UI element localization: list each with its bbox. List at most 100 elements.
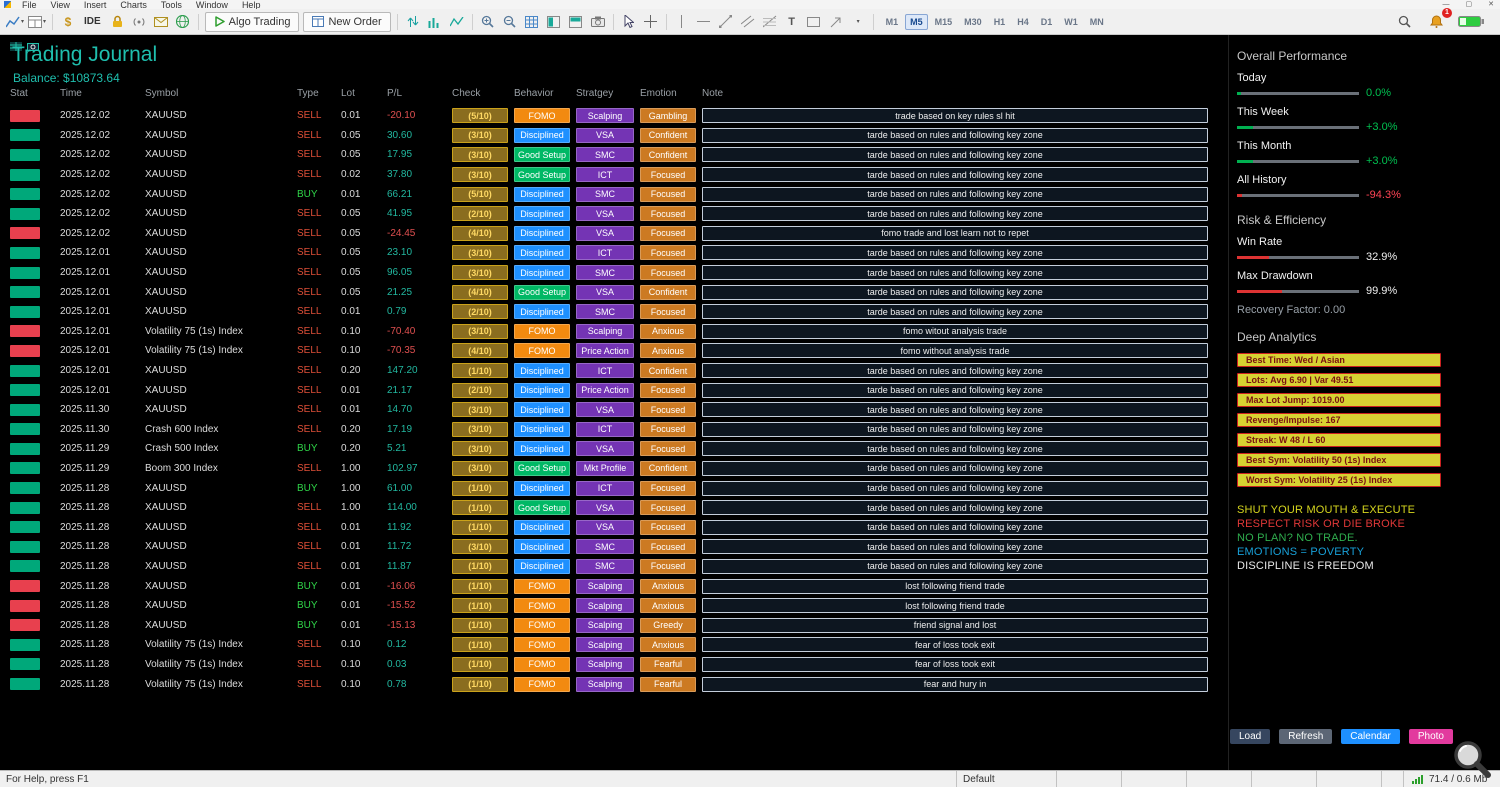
camera-icon[interactable] — [588, 12, 608, 32]
bar-chart-icon[interactable] — [425, 12, 445, 32]
menu-help[interactable]: Help — [235, 0, 268, 9]
grid-icon[interactable] — [522, 12, 542, 32]
zoom-in-icon[interactable] — [478, 12, 498, 32]
note-field[interactable]: tarde based on rules and following key z… — [702, 421, 1208, 437]
note-field[interactable]: lost following friend trade — [702, 578, 1208, 594]
table-row[interactable]: 2025.11.28 XAUUSD SELL 0.01 11.72 (3/10) Disci… — [0, 537, 1210, 557]
note-field[interactable]: tarde based on rules and following key z… — [702, 284, 1208, 300]
menu-file[interactable]: File — [15, 0, 44, 9]
timeframe-m5[interactable]: M5 — [905, 13, 928, 30]
table-row[interactable]: 2025.12.01 XAUUSD SELL 0.01 0.79 (2/10) Discip… — [0, 302, 1210, 322]
table-row[interactable]: 2025.12.01 XAUUSD SELL 0.05 96.05 (3/10) Disci… — [0, 263, 1210, 283]
mail-icon[interactable] — [151, 12, 171, 32]
photo-button[interactable]: Photo — [1408, 729, 1453, 744]
broadcast-icon[interactable] — [129, 12, 149, 32]
note-field[interactable]: tarde based on rules and following key z… — [702, 500, 1208, 516]
ide-button[interactable]: IDE — [80, 12, 105, 32]
table-row[interactable]: 2025.12.01 XAUUSD SELL 0.05 21.25 (4/10) Good … — [0, 282, 1210, 302]
note-field[interactable]: fomo without analysis trade — [702, 343, 1208, 359]
note-field[interactable]: fomo trade and lost learn not to repet — [702, 225, 1208, 241]
menu-view[interactable]: View — [44, 0, 77, 9]
timeframe-m30[interactable]: M30 — [959, 14, 987, 30]
note-field[interactable]: tarde based on rules and following key z… — [702, 382, 1208, 398]
arrow-tool-icon[interactable] — [826, 12, 846, 32]
menu-insert[interactable]: Insert — [77, 0, 114, 9]
table-row[interactable]: 2025.11.28 Volatility 75 (1s) Index SELL 0.… — [0, 655, 1210, 675]
zigzag-line-icon[interactable] — [447, 12, 467, 32]
text-tool-icon[interactable]: T — [782, 12, 802, 32]
table-row[interactable]: 2025.12.02 XAUUSD SELL 0.01 -20.10 (5/10) FOMO… — [0, 106, 1210, 126]
new-order-button[interactable]: New Order — [303, 11, 391, 32]
table-row[interactable]: 2025.11.30 Crash 600 Index SELL 0.20 17.19 (3… — [0, 420, 1210, 440]
note-field[interactable]: friend signal and lost — [702, 617, 1208, 633]
fibonacci-tool-icon[interactable] — [760, 12, 780, 32]
profiles-dropdown[interactable]: ▾ — [27, 12, 47, 32]
note-field[interactable]: tarde based on rules and following key z… — [702, 402, 1208, 418]
table-row[interactable]: 2025.12.02 XAUUSD SELL 0.05 17.95 (3/10) Good … — [0, 145, 1210, 165]
table-row[interactable]: 2025.11.30 XAUUSD SELL 0.01 14.70 (3/10) Disci… — [0, 400, 1210, 420]
note-field[interactable]: tarde based on rules and following key z… — [702, 186, 1208, 202]
note-field[interactable]: tarde based on rules and following key z… — [702, 441, 1208, 457]
timeframe-h1[interactable]: H1 — [989, 14, 1011, 30]
note-field[interactable]: trade based on key rules sl hit — [702, 108, 1208, 124]
load-button[interactable]: Load — [1230, 729, 1271, 744]
timeframe-h4[interactable]: H4 — [1012, 14, 1034, 30]
sort-updown-icon[interactable] — [403, 12, 423, 32]
close-button[interactable]: ✕ — [1488, 0, 1494, 9]
calendar-button[interactable]: Calendar — [1341, 729, 1400, 744]
cursor-icon[interactable] — [619, 12, 639, 32]
note-field[interactable]: tarde based on rules and following key z… — [702, 539, 1208, 555]
table-row[interactable]: 2025.12.02 XAUUSD BUY 0.01 66.21 (5/10) Discip… — [0, 184, 1210, 204]
note-field[interactable]: tarde based on rules and following key z… — [702, 265, 1208, 281]
table-row[interactable]: 2025.11.28 XAUUSD BUY 0.01 -15.52 (1/10) FOMO S… — [0, 596, 1210, 616]
table-row[interactable]: 2025.11.28 XAUUSD SELL 0.01 11.87 (1/10) Disci… — [0, 557, 1210, 577]
note-field[interactable]: tarde based on rules and following key z… — [702, 206, 1208, 222]
table-row[interactable]: 2025.11.28 Volatility 75 (1s) Index SELL 0.… — [0, 635, 1210, 655]
table-row[interactable]: 2025.12.02 XAUUSD SELL 0.02 37.80 (3/10) Good … — [0, 165, 1210, 185]
maximize-button[interactable]: ▢ — [1466, 0, 1473, 9]
note-field[interactable]: fear of loss took exit — [702, 656, 1208, 672]
note-field[interactable]: tarde based on rules and following key z… — [702, 304, 1208, 320]
note-field[interactable]: fear of loss took exit — [702, 637, 1208, 653]
timeframe-m15[interactable]: M15 — [930, 14, 958, 30]
table-row[interactable]: 2025.12.01 XAUUSD SELL 0.05 23.10 (3/10) Disci… — [0, 243, 1210, 263]
table-row[interactable]: 2025.12.01 Volatility 75 (1s) Index SELL 0.… — [0, 341, 1210, 361]
tools-dropdown[interactable]: ▾ — [848, 12, 868, 32]
note-field[interactable]: tarde based on rules and following key z… — [702, 147, 1208, 163]
table-row[interactable]: 2025.12.02 XAUUSD SELL 0.05 -24.45 (4/10) Disc… — [0, 224, 1210, 244]
horizontal-line-tool-icon[interactable] — [694, 12, 714, 32]
table-row[interactable]: 2025.12.01 XAUUSD SELL 0.20 147.20 (1/10) Disc… — [0, 361, 1210, 381]
profile-selector[interactable]: Default — [957, 771, 1057, 787]
timeframe-m1[interactable]: M1 — [881, 14, 904, 30]
zoom-out-icon[interactable] — [500, 12, 520, 32]
table-row[interactable]: 2025.11.28 XAUUSD BUY 0.01 -15.13 (1/10) FOMO S… — [0, 615, 1210, 635]
tile-windows-icon[interactable] — [544, 12, 564, 32]
trendline-tool-icon[interactable] — [716, 12, 736, 32]
note-field[interactable]: tarde based on rules and following key z… — [702, 480, 1208, 496]
note-field[interactable]: tarde based on rules and following key z… — [702, 558, 1208, 574]
menu-window[interactable]: Window — [189, 0, 235, 9]
note-field[interactable]: fear and hury in — [702, 676, 1208, 692]
table-row[interactable]: 2025.11.28 XAUUSD BUY 1.00 61.00 (1/10) Discip… — [0, 478, 1210, 498]
table-row[interactable]: 2025.12.02 XAUUSD SELL 0.05 30.60 (3/10) Disci… — [0, 126, 1210, 146]
note-field[interactable]: tarde based on rules and following key z… — [702, 519, 1208, 535]
cascade-windows-icon[interactable] — [566, 12, 586, 32]
table-row[interactable]: 2025.11.28 Volatility 75 (1s) Index SELL 0.… — [0, 674, 1210, 694]
search-icon[interactable] — [1394, 12, 1414, 32]
note-field[interactable]: tarde based on rules and following key z… — [702, 460, 1208, 476]
timeframe-mn[interactable]: MN — [1085, 14, 1109, 30]
table-row[interactable]: 2025.11.28 XAUUSD BUY 0.01 -16.06 (1/10) FOMO S… — [0, 576, 1210, 596]
channel-tool-icon[interactable] — [738, 12, 758, 32]
note-field[interactable]: tarde based on rules and following key z… — [702, 127, 1208, 143]
table-row[interactable]: 2025.11.29 Crash 500 Index BUY 0.20 5.21 (3/1… — [0, 439, 1210, 459]
note-field[interactable]: fomo witout analysis trade — [702, 323, 1208, 339]
table-row[interactable]: 2025.12.02 XAUUSD SELL 0.05 41.95 (2/10) Disci… — [0, 204, 1210, 224]
note-field[interactable]: tarde based on rules and following key z… — [702, 245, 1208, 261]
new-chart-dropdown[interactable]: ▾ — [5, 12, 25, 32]
table-row[interactable]: 2025.12.01 XAUUSD SELL 0.01 21.17 (2/10) Disci… — [0, 380, 1210, 400]
note-field[interactable]: lost following friend trade — [702, 598, 1208, 614]
shapes-tool-icon[interactable] — [804, 12, 824, 32]
note-field[interactable]: tarde based on rules and following key z… — [702, 363, 1208, 379]
vertical-line-tool-icon[interactable] — [672, 12, 692, 32]
table-row[interactable]: 2025.12.01 Volatility 75 (1s) Index SELL 0.… — [0, 322, 1210, 342]
